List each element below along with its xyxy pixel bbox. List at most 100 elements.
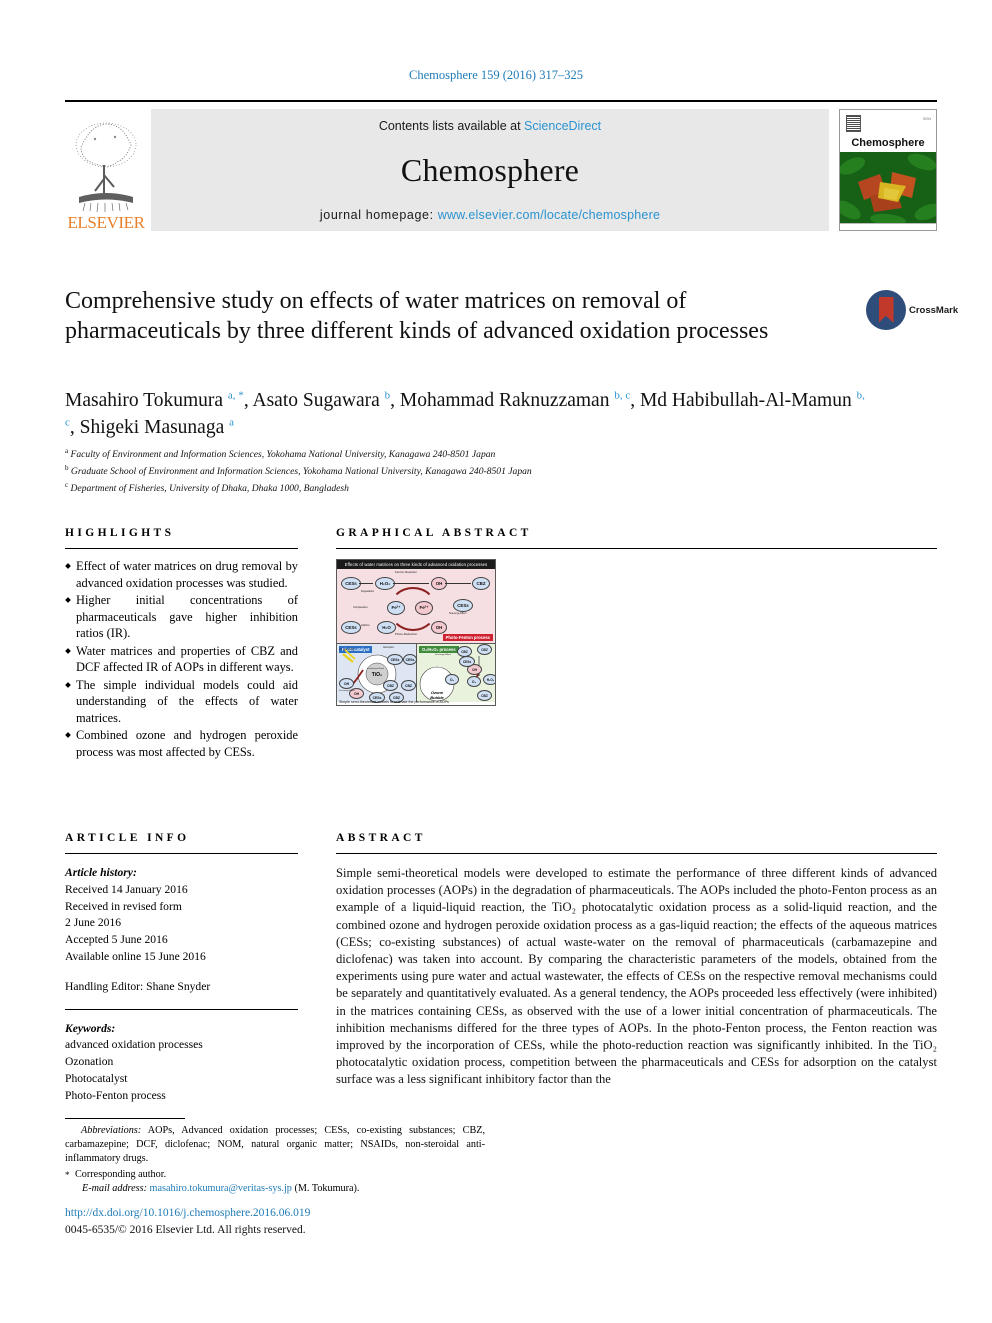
affiliation-item: a Faculty of Environment and Information… (65, 447, 496, 461)
affiliation-list: a Faculty of Environment and Information… (65, 446, 865, 496)
handling-editor: Handling Editor: Shane Snyder (65, 979, 211, 993)
ga-tag-photo-fenton: Photo-Fenton process (442, 634, 493, 641)
keyword-item: Photocatalyst (65, 1071, 128, 1085)
cover-footer-bar (840, 222, 936, 230)
abstract-section: ABSTRACT Simple semi-theoretical models … (336, 832, 937, 1088)
author-name: Asato Sugawara (252, 390, 385, 411)
keywords-list: advanced oxidation processes Ozonation Pho… (65, 1037, 298, 1104)
ga-label-addition: Addition (361, 624, 370, 627)
keywords-label: Keywords: (65, 1021, 116, 1035)
article-history-item: 2 June 2016 (65, 916, 122, 930)
homepage-prefix: journal homepage: (319, 208, 434, 222)
ga-photocatalyst-panel: Photocatalyst TiO₂ CESs CESs OH OH CBZ C… (337, 644, 417, 703)
highlight-item: Combined ozone and hydrogen peroxide pro… (65, 727, 298, 760)
graphical-abstract-rule (336, 548, 937, 549)
highlight-item: The simple individual models could aid u… (65, 677, 298, 727)
ga-node-cbz-7: CBZ (477, 690, 492, 701)
ga-label-conduction-band: Conduction Band (367, 668, 384, 670)
highlights-list: Effect of water matrices on drug removal… (65, 558, 298, 760)
ga-node-o3-1: O₃ (445, 674, 459, 685)
affiliation-mark: b (65, 463, 69, 472)
corresponding-author-note: * Corresponding author. (65, 1168, 485, 1182)
article-history-list: Received 14 January 2016 Received in revi… (65, 882, 298, 966)
email-suffix: (M. Tokumura). (294, 1183, 360, 1195)
ga-node-cess-4: CESs (387, 654, 403, 665)
doi-link[interactable]: http://dx.doi.org/10.1016/j.chemosphere.… (65, 1205, 310, 1222)
journal-title: Chemosphere (400, 152, 580, 188)
email-label: E-mail address: (82, 1183, 147, 1195)
crossmark-icon (866, 290, 906, 330)
crossmark-bookmark-shape (878, 297, 894, 323)
author-affiliation-mark: b (384, 389, 391, 402)
ga-label-adsorption: Adsorption (383, 647, 394, 649)
affiliation-mark: a (65, 447, 69, 455)
sciencedirect-link[interactable]: ScienceDirect (524, 119, 601, 133)
ga-node-cess-3: CESs (453, 599, 473, 612)
abstract-rule (336, 853, 937, 854)
doi-block: http://dx.doi.org/10.1016/j.chemosphere.… (65, 1205, 310, 1238)
abbreviations-note: Abbreviations: AOPs, Advanced oxidation … (65, 1124, 485, 1166)
ga-caption: Simple semi-theoretical models to estima… (339, 700, 449, 704)
running-head: Chemosphere 159 (2016) 317–325 (409, 68, 583, 82)
corresponding-author-text: Corresponding author. (75, 1168, 167, 1180)
article-history-item: Available online 15 June 2016 (65, 949, 206, 963)
author-list: Masahiro Tokumura a, *, Asato Sugawara b… (65, 389, 865, 438)
highlights-heading: HIGHLIGHTS (65, 527, 175, 539)
cover-artwork (840, 151, 936, 223)
abbreviations-label: Abbreviations: (81, 1125, 142, 1136)
crossmark-label: CrossMark (909, 304, 959, 316)
graphical-abstract-heading: GRAPHICAL ABSTRACT (336, 527, 532, 539)
highlight-item: Effect of water matrices on drug removal… (65, 558, 298, 591)
cover-journal-title: Chemosphere (851, 136, 925, 149)
page-footnotes: Abbreviations: AOPs, Advanced oxidation … (65, 1118, 485, 1194)
author-affiliation-mark: b, c (614, 389, 631, 402)
ga-node-h2o2-2: H₂O₂ (483, 674, 495, 685)
article-history-label: Article history: (65, 866, 137, 879)
ga-label-scavenge-o3: Scavenge Effect (435, 654, 451, 656)
elsevier-tree-icon (75, 122, 137, 213)
crossmark-badge[interactable]: CrossMark (866, 287, 958, 333)
ga-arrow-3 (445, 583, 471, 584)
ga-label-uv-light: UV light energy (339, 649, 355, 651)
author-name: Masahiro Tokumura (65, 390, 228, 411)
ga-node-cbz-6: CBZ (477, 644, 492, 655)
cover-leaves-graphic (840, 151, 936, 223)
ga-node-cess-7: CESs (459, 656, 475, 667)
author-name: Mohammad Raknuzzaman (399, 390, 615, 411)
email-note: E-mail address: masahiro.tokumura@verita… (65, 1183, 485, 1194)
ga-node-o3-2: O₃ (467, 676, 481, 687)
highlights-rule (65, 548, 298, 549)
author-name: Md Habibullah-Al-Mamun (639, 390, 857, 411)
masthead-top-rule (65, 100, 937, 102)
ga-photo-fenton-panel: CESs H₂O₂ OH CBZ Fe³⁺ Fe²⁺ CESs H₂O OH C… (337, 569, 495, 644)
article-first-page: Chemosphere 159 (2016) 317–325 ELSEVIER … (0, 0, 992, 1323)
email-link[interactable]: masahiro.tokumura@veritas-sys.jp (150, 1183, 292, 1194)
article-history-item: Received 14 January 2016 (65, 882, 188, 896)
ga-arrow-1 (359, 583, 373, 584)
author-affiliation-mark: a, * (227, 389, 244, 402)
author-name: Shigeki Masunaga (79, 416, 230, 438)
article-info-heading: ARTICLE INFO (65, 832, 190, 844)
highlight-item: Higher initial concentrations of pharmac… (65, 592, 298, 642)
affiliation-item: b Graduate School of Environment and Inf… (65, 463, 532, 477)
page-title: Comprehensive study on effects of water … (65, 288, 769, 345)
ga-label-degradation: Degradation (361, 590, 375, 593)
graphical-abstract-figure: Effects of water matrices on three kinds… (336, 559, 496, 706)
article-info-section: ARTICLE INFO Article history: Received 1… (65, 832, 298, 1105)
highlight-item: Water matrices and properties of CBZ and… (65, 643, 298, 676)
ga-label-complexation: Complexation (353, 606, 368, 609)
ga-label-photo-reduction: Photo-Reduction (395, 632, 418, 636)
elsevier-wordmark: ELSEVIER (67, 213, 145, 232)
homepage-url-link[interactable]: www.elsevier.com/locate/chemosphere (438, 208, 660, 222)
cover-issn-text: ISSN (922, 117, 931, 121)
author-affiliation-mark: a (229, 416, 235, 429)
ga-label-fenton-reaction: Fenton Reaction (395, 570, 418, 574)
ga-node-cess-5: CESs (403, 654, 417, 665)
ga-node-cbz-2: CBZ (383, 680, 398, 691)
journal-homepage-line: journal homepage: www.elsevier.com/locat… (320, 208, 660, 222)
ga-node-h2o2-1: H₂O₂ (375, 577, 395, 590)
article-info-rule (65, 853, 298, 854)
abstract-text: Simple semi-theoretical models were deve… (336, 866, 937, 1087)
ga-banner-title: Effects of water matrices on three kinds… (337, 560, 495, 569)
journal-masthead: ELSEVIER Contents lists available at Sci… (65, 100, 937, 231)
